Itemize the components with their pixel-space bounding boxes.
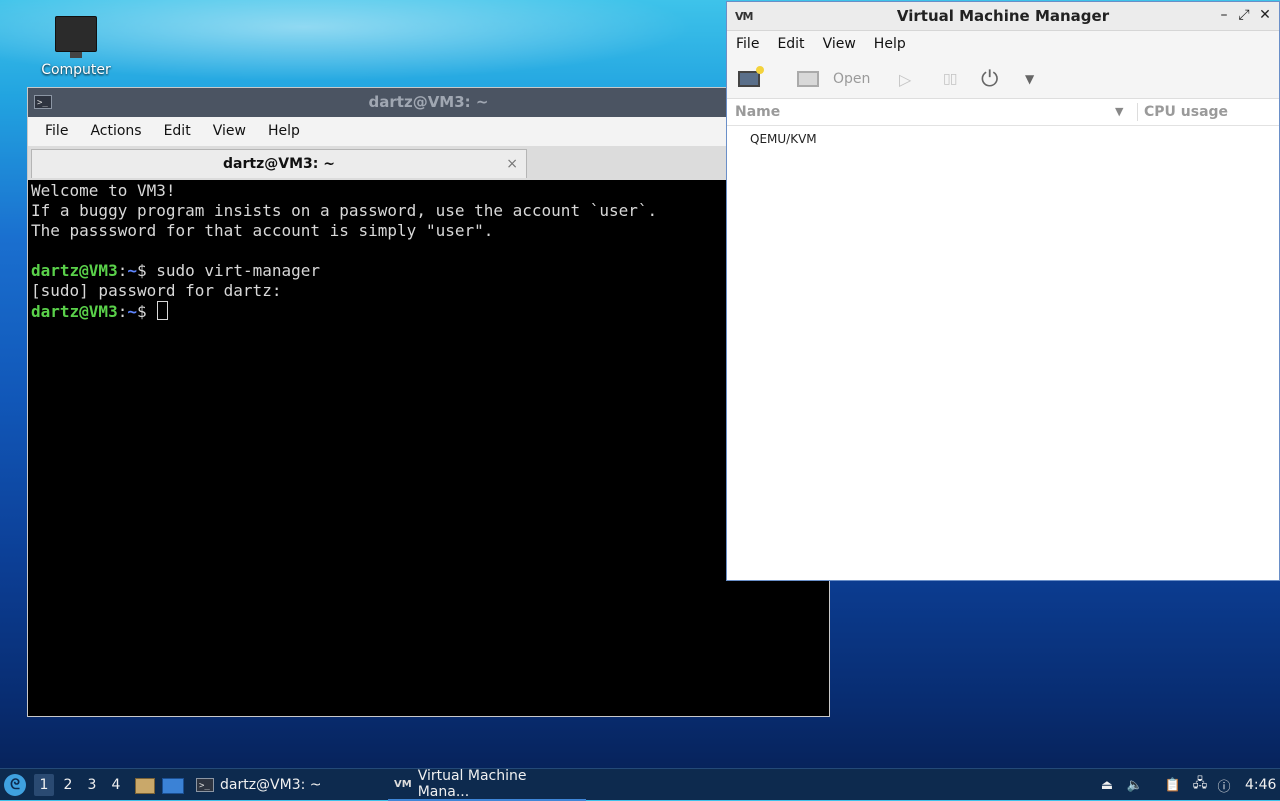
terminal-menubar: File Actions Edit View Help xyxy=(28,117,829,146)
new-vm-icon xyxy=(738,66,764,87)
terminal-titlebar[interactable]: >_ dartz@VM3: ~ xyxy=(28,88,829,117)
chevron-down-icon: ▼ xyxy=(1025,72,1035,86)
sort-down-icon[interactable]: ▼ xyxy=(1115,99,1123,125)
minimize-icon[interactable]: – xyxy=(1215,6,1233,24)
workspace-2[interactable]: 2 xyxy=(58,769,78,801)
vmm-menu-edit[interactable]: Edit xyxy=(768,30,813,59)
start-menu-button[interactable]: ᘓ xyxy=(4,774,26,796)
lxqt-logo-icon: ᘓ xyxy=(10,777,20,793)
computer-icon xyxy=(55,16,97,58)
workspace-1[interactable]: 1 xyxy=(34,774,54,796)
terminal-tabbar: dartz@VM3: ~ × xyxy=(28,146,829,180)
terminal-line: Welcome to VM3! xyxy=(31,181,176,200)
terminal-cursor xyxy=(157,301,169,320)
vmm-menu-help[interactable]: Help xyxy=(865,30,915,59)
menu-help[interactable]: Help xyxy=(257,117,311,146)
task-vmm-label: Virtual Machine Mana... xyxy=(417,768,527,800)
menu-edit[interactable]: Edit xyxy=(153,117,202,146)
vmm-titlebar[interactable]: VM Virtual Machine Manager – ⤢ ✕ xyxy=(727,2,1279,31)
maximize-icon[interactable]: ⤢ xyxy=(1235,6,1253,24)
clipboard-icon[interactable]: 📋 xyxy=(1163,769,1183,801)
vmm-menubar: File Edit View Help xyxy=(727,31,1279,58)
terminal-output[interactable]: Welcome to VM3! If a buggy program insist… xyxy=(31,181,829,716)
prompt-path: ~ xyxy=(127,261,137,280)
terminal-window[interactable]: >_ dartz@VM3: ~ File Actions Edit View H… xyxy=(27,87,830,717)
workspace-4[interactable]: 4 xyxy=(106,769,126,801)
prompt-user: dartz@VM3 xyxy=(31,261,118,280)
prompt-user: dartz@VM3 xyxy=(31,302,118,321)
desktop-icon-computer[interactable]: Computer xyxy=(34,16,118,78)
menu-view[interactable]: View xyxy=(202,117,257,146)
clock[interactable]: 4:46 xyxy=(1245,769,1276,801)
prompt-command: $ xyxy=(136,302,157,321)
terminal-title: dartz@VM3: ~ xyxy=(368,93,489,111)
terminal-tab[interactable]: dartz@VM3: ~ × xyxy=(31,149,527,178)
terminal-tab-label: dartz@VM3: ~ xyxy=(223,156,335,172)
vmm-menu-view[interactable]: View xyxy=(814,30,865,59)
new-vm-button[interactable] xyxy=(738,66,768,92)
open-button-label: Open xyxy=(833,71,871,87)
vmm-menu-file[interactable]: File xyxy=(727,30,768,59)
taskbar: ᘓ 1 2 3 4 >_ dartz@VM3: ~ VM Virtual Mac… xyxy=(0,768,1280,801)
terminal-line: [sudo] password for dartz: xyxy=(31,281,282,300)
prompt-path: ~ xyxy=(127,302,137,321)
prompt-separator: : xyxy=(117,302,128,321)
prompt-command: $ sudo virt-manager xyxy=(136,261,321,280)
power-icon: ⏻ xyxy=(981,66,999,92)
connection-row[interactable]: QEMU/KVM xyxy=(727,126,1279,152)
vmm-title: Virtual Machine Manager xyxy=(896,7,1110,25)
vmm-window[interactable]: VM Virtual Machine Manager – ⤢ ✕ File Ed… xyxy=(726,1,1280,581)
pause-icon: ▯▯ xyxy=(943,71,957,87)
network-icon[interactable]: 🖧 xyxy=(1190,769,1210,801)
shutdown-button[interactable]: ⏻ xyxy=(981,66,998,92)
terminal-prompt-line: dartz@VM3:~$ sudo virt-manager xyxy=(31,261,829,281)
run-button[interactable]: ▷ xyxy=(899,66,911,92)
eject-icon[interactable]: ⏏ xyxy=(1097,769,1117,801)
monitor-icon xyxy=(797,71,819,87)
connection-name: QEMU/KVM xyxy=(750,132,817,146)
task-vmm[interactable]: VM Virtual Machine Mana... xyxy=(388,768,586,801)
column-header-name[interactable]: Name xyxy=(735,99,780,125)
column-header-cpu[interactable]: CPU usage xyxy=(1144,99,1228,125)
close-icon[interactable]: ✕ xyxy=(1256,6,1274,24)
shutdown-menu-button[interactable]: ▼ xyxy=(1025,66,1034,92)
vm-list-header: Name ▼ CPU usage xyxy=(727,99,1279,126)
show-desktop-icon[interactable] xyxy=(162,778,184,794)
terminal-line: If a buggy program insists on a password… xyxy=(31,201,658,220)
vmm-logo-icon: VM xyxy=(394,778,412,790)
notification-icon[interactable]: ⓘ xyxy=(1214,769,1234,801)
open-button[interactable]: Open xyxy=(797,66,870,92)
terminal-line: The passsword for that account is simply… xyxy=(31,221,494,240)
terminal-icon: >_ xyxy=(196,778,214,792)
workspace-3[interactable]: 3 xyxy=(82,769,102,801)
vmm-toolbar: Open ▷ ▯▯ ⏻ ▼ xyxy=(727,58,1279,99)
play-icon: ▷ xyxy=(899,69,912,89)
task-terminal-label: dartz@VM3: ~ xyxy=(220,777,322,793)
menu-file[interactable]: File xyxy=(34,117,79,146)
menu-actions[interactable]: Actions xyxy=(79,117,152,146)
column-separator[interactable] xyxy=(1137,103,1138,121)
prompt-separator: : xyxy=(117,261,128,280)
terminal-prompt-line: dartz@VM3:~$ xyxy=(31,301,829,321)
pause-button[interactable]: ▯▯ xyxy=(943,66,957,92)
desktop-icon-label: Computer xyxy=(41,62,111,78)
task-terminal[interactable]: >_ dartz@VM3: ~ xyxy=(190,769,328,801)
volume-icon[interactable]: 🔈 xyxy=(1125,769,1145,801)
file-manager-icon[interactable] xyxy=(135,778,155,794)
close-icon[interactable]: × xyxy=(506,150,518,178)
